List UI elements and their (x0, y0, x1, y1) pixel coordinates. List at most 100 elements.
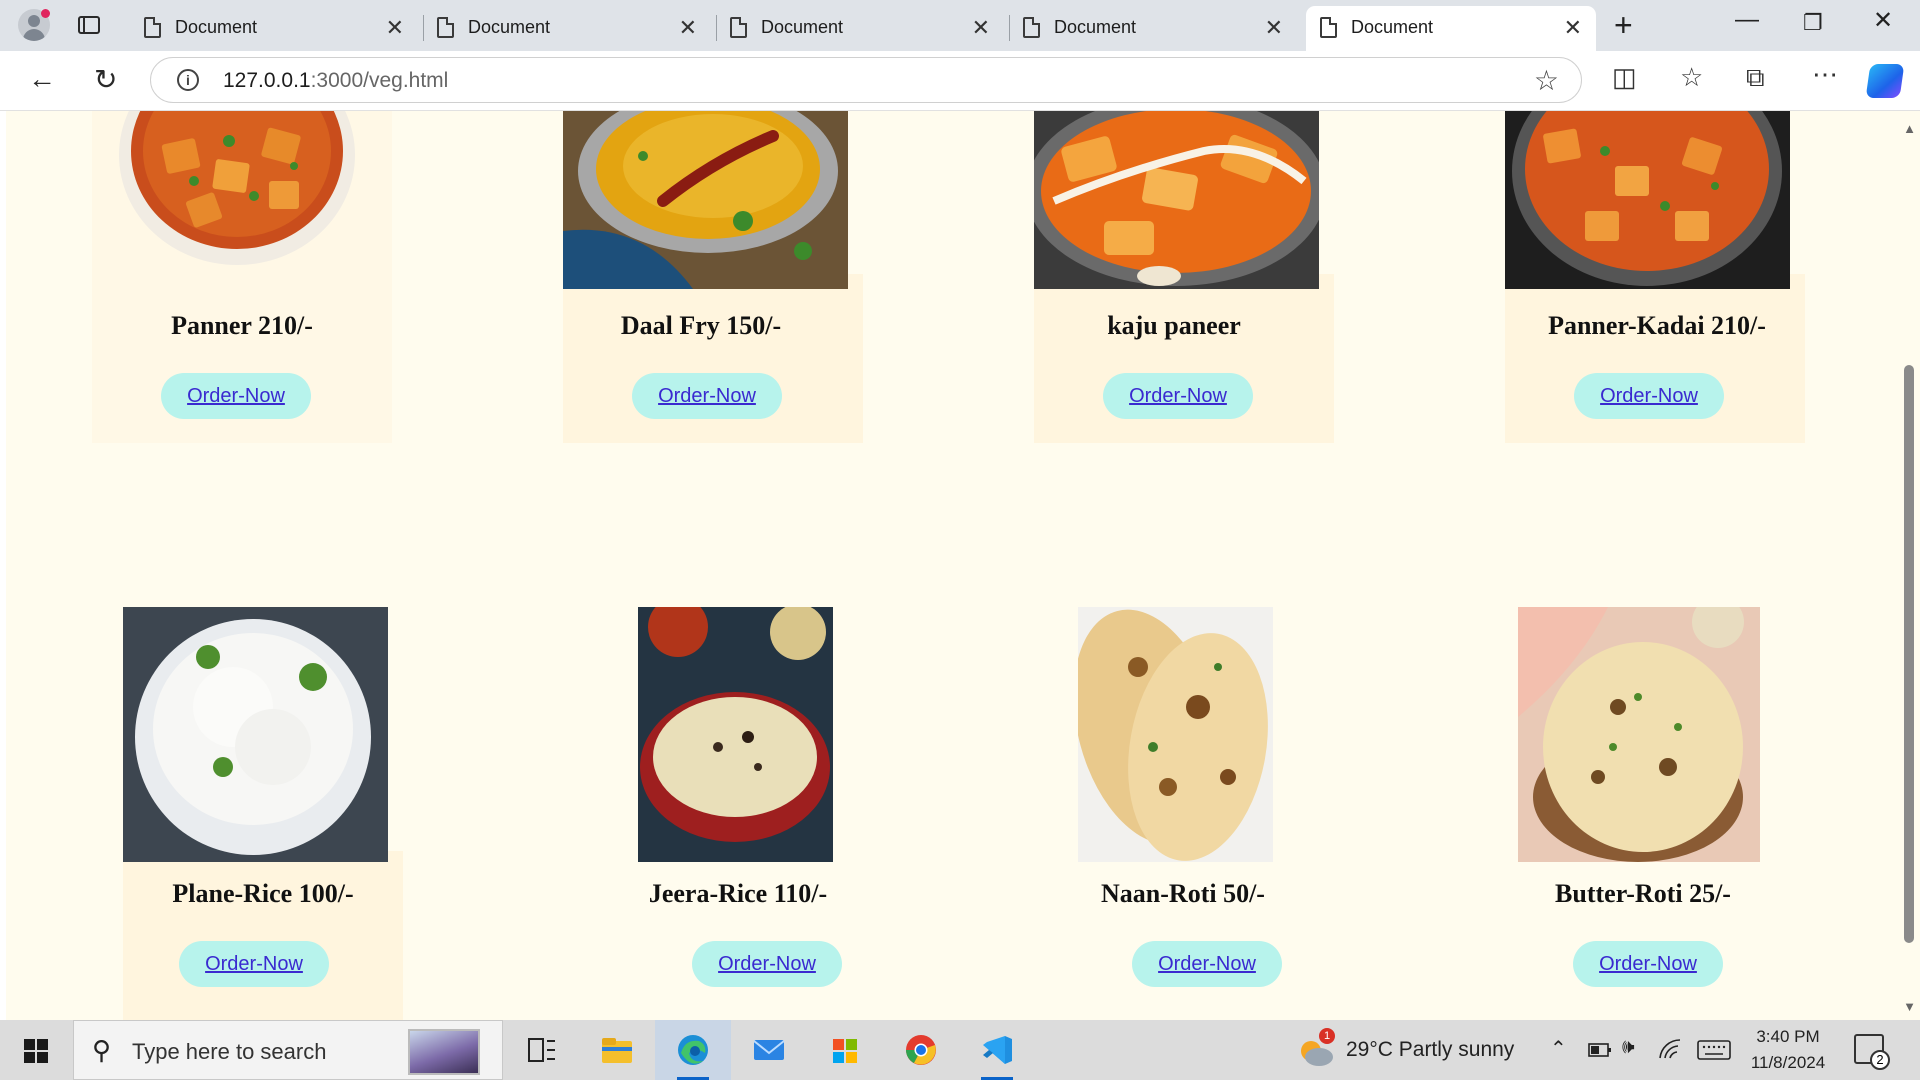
notification-count-badge: 2 (1870, 1050, 1890, 1070)
menu-item-name: Daal Fry 150/- (620, 311, 782, 340)
dal-fry-image (563, 111, 848, 289)
store-icon (833, 1039, 857, 1063)
tab-actions-icon[interactable] (74, 14, 104, 38)
tab-close-icon[interactable]: ✕ (386, 15, 404, 41)
menu-item-name: Naan-Roti 50/- (1101, 879, 1265, 908)
order-now-button[interactable]: Order-Now (1573, 941, 1723, 987)
chrome-icon (906, 1035, 936, 1065)
plain-rice-image (123, 607, 388, 862)
order-now-button[interactable]: Order-Now (1132, 941, 1282, 987)
new-tab-button[interactable]: + (1614, 7, 1633, 44)
weather-badge: 1 (1319, 1028, 1335, 1044)
order-now-button[interactable]: Order-Now (1103, 373, 1253, 419)
address-bar[interactable]: i 127.0.0.1:3000/veg.html ☆ (150, 57, 1582, 103)
split-screen-icon[interactable]: ◫ (1612, 62, 1637, 93)
menu-item-name: Butter-Roti 25/- (1555, 879, 1731, 908)
refresh-icon[interactable]: ↻ (94, 63, 117, 96)
menu-item-name: kaju paneer (1107, 311, 1241, 340)
document-icon (1023, 17, 1040, 38)
microsoft-store-button[interactable] (807, 1020, 883, 1080)
tab-close-icon[interactable]: ✕ (972, 15, 990, 41)
clock-date: 11/8/2024 (1750, 1053, 1826, 1072)
order-now-button[interactable]: Order-Now (632, 373, 782, 419)
windows-start-icon[interactable] (24, 1039, 48, 1063)
minimize-button[interactable]: — (1735, 6, 1759, 34)
document-icon (437, 17, 454, 38)
tab-title: Document (175, 17, 258, 37)
order-now-button[interactable]: Order-Now (1574, 373, 1724, 419)
taskbar-clock[interactable]: 3:40 PM 11/8/2024 (1748, 1024, 1828, 1076)
naan-image (1078, 607, 1273, 862)
mail-button[interactable] (731, 1020, 807, 1080)
page-viewport: Panner 210/- Order-Now Daal Fry 150/- Or… (0, 111, 1920, 1020)
close-window-button[interactable]: ✕ (1873, 6, 1893, 35)
tab-title: Document (1351, 17, 1434, 37)
menu-item-name: Jeera-Rice 110/- (648, 879, 828, 908)
battery-icon[interactable] (1588, 1042, 1612, 1058)
copilot-icon[interactable] (1865, 64, 1905, 98)
browser-tab[interactable]: Document ✕ (130, 6, 418, 51)
kadai-paneer-image (1505, 111, 1790, 289)
scroll-down-arrow-icon[interactable]: ▼ (1903, 999, 1916, 1014)
favorites-icon[interactable]: ☆ (1680, 62, 1703, 93)
chrome-button[interactable] (883, 1020, 959, 1080)
document-icon (1320, 17, 1337, 38)
document-icon (144, 17, 161, 38)
tab-title: Document (468, 17, 551, 37)
back-arrow-icon[interactable]: ← (28, 63, 56, 95)
folder-icon (602, 1038, 632, 1063)
task-view-button[interactable] (503, 1020, 579, 1080)
profile-notification-dot (41, 9, 50, 18)
show-hidden-icons-chevron-icon[interactable]: ⌃ (1550, 1036, 1567, 1061)
url-text[interactable]: 127.0.0.1:3000/veg.html (223, 69, 448, 93)
browser-tab-active[interactable]: Document ✕ (1306, 6, 1596, 51)
windows-taskbar: ⚲ Type here to search 1 29°C Partly sunn… (0, 1020, 1920, 1080)
url-host: 127.0.0.1 (223, 69, 311, 92)
weather-text[interactable]: 29°C Partly sunny (1346, 1038, 1514, 1062)
tab-close-icon[interactable]: ✕ (1265, 15, 1283, 41)
vscode-button[interactable] (959, 1020, 1035, 1080)
kaju-paneer-image (1034, 111, 1319, 289)
order-now-button[interactable]: Order-Now (161, 373, 311, 419)
collections-icon[interactable]: ⧉ (1746, 62, 1765, 94)
scrollbar-thumb[interactable] (1904, 365, 1914, 943)
site-info-icon[interactable]: i (177, 69, 199, 91)
volume-icon[interactable]: 🕪 (1622, 1036, 1635, 1059)
more-options-icon[interactable]: ⋯ (1812, 59, 1838, 90)
order-now-button[interactable]: Order-Now (692, 941, 842, 987)
page-left-edge (0, 111, 6, 1020)
tab-close-icon[interactable]: ✕ (679, 15, 697, 41)
tab-close-icon[interactable]: ✕ (1564, 15, 1582, 41)
menu-card: Naan-Roti 50/- Order-Now (1078, 607, 1288, 987)
menu-card: Panner 210/- Order-Now (92, 111, 392, 443)
menu-card: kaju paneer Order-Now (1034, 111, 1334, 443)
file-explorer-button[interactable] (579, 1020, 655, 1080)
menu-card: Daal Fry 150/- Order-Now (563, 111, 863, 443)
edge-browser-button[interactable] (655, 1020, 731, 1080)
edge-icon (678, 1035, 708, 1065)
tab-title: Document (761, 17, 844, 37)
keyboard-icon[interactable] (1697, 1040, 1731, 1060)
restore-button[interactable]: ❐ (1803, 10, 1823, 36)
menu-card: Jeera-Rice 110/- Order-Now (638, 607, 848, 987)
wifi-icon[interactable] (1658, 1038, 1684, 1062)
browser-tab[interactable]: Document ✕ (423, 6, 711, 51)
paneer-curry-image (119, 111, 355, 265)
order-now-button[interactable]: Order-Now (179, 941, 329, 987)
page-scrollbar[interactable]: ▲ ▼ (1900, 111, 1920, 1020)
favorite-star-icon[interactable]: ☆ (1534, 64, 1559, 97)
browser-tab[interactable]: Document ✕ (716, 6, 1004, 51)
mail-icon (753, 1040, 785, 1060)
menu-card: Plane-Rice 100/- Order-Now (123, 607, 403, 1020)
butter-naan-image (1518, 607, 1760, 862)
menu-item-name: Plane-Rice 100/- (172, 879, 354, 908)
browser-tab-strip: Document ✕ Document ✕ Document ✕ Documen… (0, 0, 1920, 51)
url-path: :3000/veg.html (310, 69, 449, 92)
menu-item-name: Panner 210/- (171, 311, 313, 340)
menu-card: Panner-Kadai 210/- Order-Now (1505, 111, 1805, 443)
menu-card: Butter-Roti 25/- Order-Now (1518, 607, 1768, 987)
taskbar-search-box[interactable]: ⚲ Type here to search (73, 1020, 503, 1080)
scroll-up-arrow-icon[interactable]: ▲ (1903, 121, 1916, 136)
document-icon (730, 17, 747, 38)
browser-tab[interactable]: Document ✕ (1009, 6, 1297, 51)
